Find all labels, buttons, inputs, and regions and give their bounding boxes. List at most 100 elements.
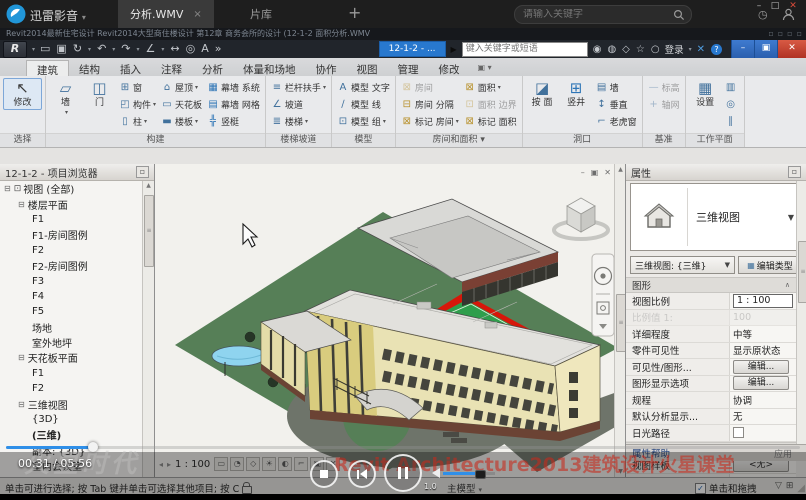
tree-item[interactable]: ⊟三维视图	[0, 396, 142, 411]
redo-icon[interactable]: ↷	[121, 41, 130, 57]
collapse-icon[interactable]: ⊟	[4, 184, 11, 193]
previous-button[interactable]	[348, 460, 376, 488]
tree-item[interactable]: 场地	[0, 320, 142, 335]
tree-item[interactable]: F1	[0, 212, 142, 227]
ribbon-tab-结构[interactable]: 结构	[69, 60, 110, 76]
instance-selector[interactable]: 三维视图: {三维}▼	[630, 256, 735, 274]
tree-item[interactable]: F5	[0, 304, 142, 319]
ribbon-item-标记 房间[interactable]: ⊠标记 房间▾	[399, 113, 461, 130]
player-logo-icon[interactable]	[6, 4, 26, 24]
player-minimize-button[interactable]: –	[752, 1, 766, 11]
ribbon-item-墙[interactable]: ▤墙	[594, 79, 639, 96]
ribbon-button-墙[interactable]: ▱墙▾	[49, 78, 82, 118]
player-search-input[interactable]	[515, 9, 673, 20]
ribbon-button-竖井[interactable]: ⊞竖井	[560, 78, 593, 108]
section-header-图形[interactable]: 图形∧	[626, 277, 796, 293]
view-minimize-icon[interactable]: –	[581, 168, 585, 177]
collapse-icon[interactable]: ⊟	[18, 400, 25, 409]
tree-item[interactable]: F1-房间图例	[0, 227, 142, 242]
help-icon[interactable]: ?	[711, 44, 722, 55]
ribbon-item-天花板[interactable]: ▭天花板	[159, 96, 204, 113]
ribbon-item-楼梯[interactable]: ≣楼梯▾	[269, 113, 328, 130]
revit-restore-button[interactable]: ▣	[754, 40, 777, 58]
ribbon-item-面积[interactable]: ⊠面积▾	[462, 79, 519, 96]
search-icon[interactable]	[673, 9, 685, 21]
revit-minimize-button[interactable]: –	[731, 40, 754, 58]
open-icon[interactable]: ▭	[40, 41, 50, 57]
property-edit-button[interactable]: 编辑...	[733, 360, 789, 374]
view-restore-icon[interactable]: ▣	[591, 168, 599, 177]
properties-scrollbar[interactable]: ≡	[796, 181, 806, 461]
ribbon-tab-插入[interactable]: 插入	[110, 60, 151, 76]
ribbon-item-构件[interactable]: ◰构件▾	[117, 96, 158, 113]
favorites-icon[interactable]: ☆	[636, 44, 645, 55]
ribbon-button-修改[interactable]: ↖修改	[3, 78, 42, 110]
close-icon[interactable]: ▫	[788, 166, 801, 178]
collapse-icon[interactable]: ⊟	[18, 353, 25, 362]
player-tab-2[interactable]: 片库	[238, 0, 284, 28]
property-value[interactable]: 显示原状态	[730, 343, 796, 359]
sign-in-label[interactable]: 登录	[665, 42, 684, 56]
revit-app-button[interactable]: R	[3, 41, 27, 58]
volume-handle[interactable]	[475, 470, 486, 479]
ribbon-item-坡道[interactable]: ∠坡道	[269, 96, 328, 113]
progress-track[interactable]	[6, 446, 800, 449]
property-edit-button[interactable]: 编辑...	[733, 376, 789, 390]
ribbon-item-标记 面积[interactable]: ⊠标记 面积	[462, 113, 519, 130]
chevron-up-icon[interactable]: ∧	[785, 281, 790, 289]
canvas-vscrollbar[interactable]: ▲ ≡ ▼	[614, 164, 625, 477]
text-icon[interactable]: A	[201, 41, 209, 57]
ribbon-tab-分析[interactable]: 分析	[192, 60, 233, 76]
playback-speed[interactable]: 1.0	[424, 482, 437, 491]
progress-handle[interactable]	[88, 442, 98, 452]
ribbon-tab-修改[interactable]: 修改	[429, 60, 470, 76]
tree-item[interactable]: F2-房间图例	[0, 258, 142, 273]
chevron-down-icon[interactable]: ▾	[689, 46, 692, 53]
ribbon-item-幕墙 网格[interactable]: ▤幕墙 网格	[205, 96, 262, 113]
ribbon-item-show-workplane-icon[interactable]: ▥	[723, 79, 741, 96]
revit-close-button[interactable]: ✕	[777, 40, 806, 58]
tree-item[interactable]: ⊟天花板平面	[0, 350, 142, 365]
tree-item[interactable]: F3	[0, 273, 142, 288]
ribbon-item-refplane-icon[interactable]: ∥	[723, 113, 741, 130]
save-icon[interactable]: ▣	[56, 41, 66, 57]
edit-type-button[interactable]: ▦ 编辑类型	[738, 256, 802, 274]
signin-icon[interactable]: ○	[651, 44, 660, 55]
player-brand[interactable]: 迅雷影音 ▾	[30, 7, 86, 24]
ribbon-item-垂直[interactable]: ↕垂直	[594, 96, 639, 113]
chevron-down-icon[interactable]: ▾	[32, 46, 35, 53]
volume-control[interactable]	[432, 468, 495, 478]
ribbon-item-柱[interactable]: ▯柱▾	[117, 113, 158, 130]
ribbon-item-模型 线[interactable]: ∕模型 线	[335, 96, 392, 113]
volume-track[interactable]	[443, 472, 495, 475]
chevron-down-icon[interactable]: ▾	[137, 46, 140, 53]
ribbon-tab-注释[interactable]: 注释	[151, 60, 192, 76]
ribbon-button-设置[interactable]: ▦设置	[689, 78, 722, 108]
ribbon-tab-建筑[interactable]: 建筑	[26, 60, 69, 76]
property-value[interactable]: 协调	[730, 392, 796, 408]
revit-search-input[interactable]	[462, 42, 588, 57]
ribbon-item-viewer-icon[interactable]: ◎	[723, 96, 741, 113]
player-maximize-button[interactable]: □	[768, 1, 782, 11]
ribbon-item-模型 文字[interactable]: A模型 文字	[335, 79, 392, 96]
chevron-down-icon[interactable]: ▾	[112, 46, 115, 53]
ribbon-item-房间 分隔[interactable]: ⊟房间 分隔	[399, 96, 461, 113]
ribbon-item-竖梃[interactable]: ╬竖梃	[205, 113, 262, 130]
property-checkbox[interactable]	[733, 427, 744, 438]
property-value[interactable]: 编辑...	[730, 376, 796, 392]
dimension-icon[interactable]: ↔	[170, 41, 179, 57]
play-icon[interactable]: ▶	[451, 45, 457, 54]
properties-titlebar[interactable]: 属性 ▫	[626, 164, 806, 181]
active-view-indicator[interactable]: 12-1-2 - ...	[379, 41, 446, 57]
ribbon-item-栏杆扶手[interactable]: ≡栏杆扶手▾	[269, 79, 328, 96]
exchange-icon[interactable]: ✕	[697, 44, 705, 55]
tree-item[interactable]: ⊟⊡视图 (全部)	[0, 181, 142, 196]
drawing-area[interactable]: – ▣ ✕ ▲ ≡ ▼ ◂ ▸ 1 : 100 ▭◔◇☀◐⌐▣✕	[155, 164, 625, 477]
ribbon-item-老虎窗[interactable]: ⌐老虎窗	[594, 113, 639, 130]
ribbon-item-幕墙 系统[interactable]: ▦幕墙 系统	[205, 79, 262, 96]
tag-icon[interactable]: ◎	[186, 41, 196, 57]
ribbon-tab-协作[interactable]: 协作	[306, 60, 347, 76]
player-close-button[interactable]: ✕	[786, 1, 800, 11]
chevron-down-icon[interactable]: ▾	[161, 46, 164, 53]
close-tab-icon[interactable]: ×	[193, 9, 201, 20]
